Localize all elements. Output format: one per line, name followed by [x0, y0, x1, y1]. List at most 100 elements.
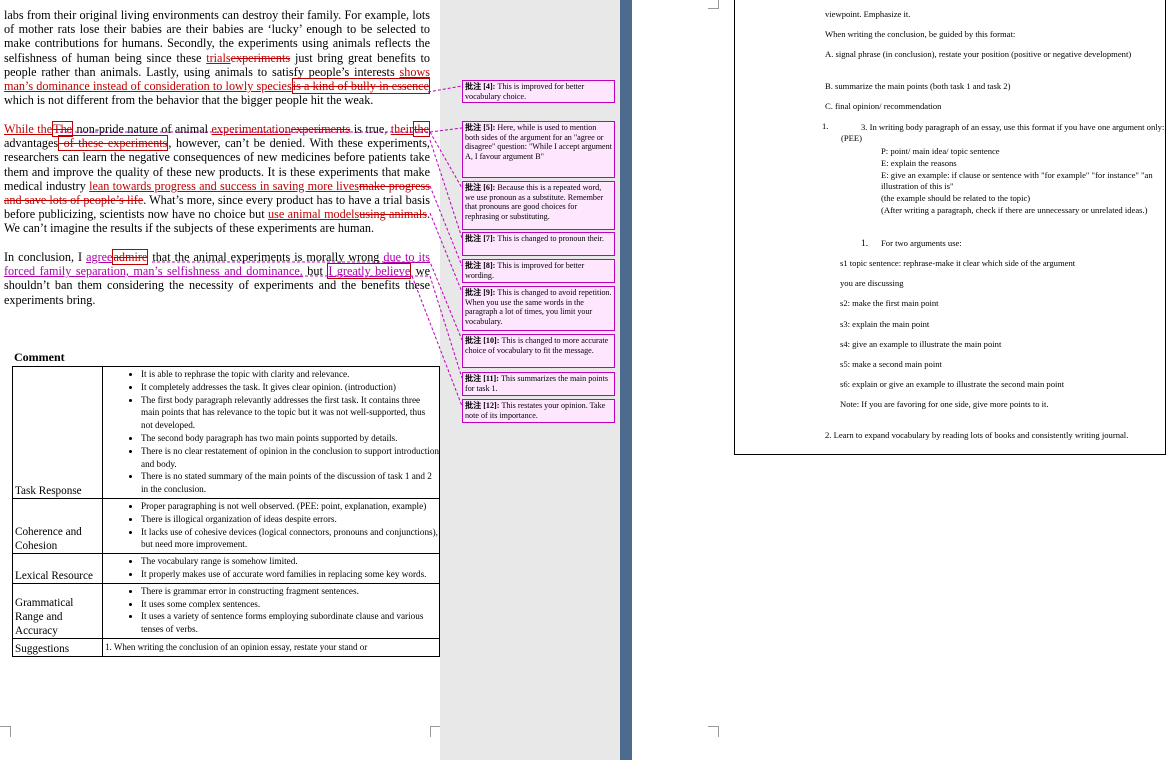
essay-text: non-pride nature of animal	[73, 122, 212, 136]
feedback-cell: Proper paragraphing is not well observed…	[102, 497, 440, 555]
tracked-deletion[interactable]: using animals	[359, 207, 427, 221]
list-item: It properly makes use of accurate word f…	[141, 568, 439, 581]
right-text: (the example should be related to the to…	[881, 193, 1031, 203]
comment-bubble[interactable]: 批注 [9]: This is changed to avoid repetit…	[462, 286, 615, 331]
page-gap	[620, 0, 632, 760]
comment-bubble[interactable]: 批注 [12]: This restates your opinion. Tak…	[462, 399, 615, 423]
right-text: 2. Learn to expand vocabulary by reading…	[825, 430, 1129, 440]
essay-text: but	[302, 264, 328, 279]
right-text: s5: make a second main point	[840, 359, 942, 369]
comment-label: 批注 [8]:	[465, 261, 496, 270]
right-text: P: point/ main idea/ topic sentence	[881, 146, 1000, 156]
comment-bubble[interactable]: 批注 [10]: This is changed to more accurat…	[462, 334, 615, 368]
tracked-insertion[interactable]: agree	[86, 250, 112, 264]
right-text: When writing the conclusion, be guided b…	[825, 29, 1016, 39]
comment-bubble[interactable]: 批注 [6]: Because this is a repeated word,…	[462, 181, 615, 230]
feedback-cell: It is able to rephrase the topic with cl…	[102, 366, 440, 499]
suggestion-cell: 1. When writing the conclusion of an opi…	[102, 637, 440, 657]
essay-text: In conclusion, I	[4, 250, 87, 264]
feedback-cell: The vocabulary range is somehow limited.…	[102, 553, 440, 584]
comment-label: 批注 [4]:	[465, 82, 496, 91]
tracked-deletion[interactable]: is a kind of bully in essence	[291, 78, 430, 95]
criterion-cell: Task Response	[12, 366, 103, 499]
list-item: It uses a variety of sentence forms empl…	[141, 610, 439, 636]
right-text: s1 topic sentence: rephrase-make it clea…	[840, 258, 1076, 268]
comment-heading: Comment	[14, 350, 65, 364]
comment-label: 批注 [12]:	[465, 401, 500, 410]
list-number: 1.	[861, 238, 869, 249]
essay-text: is true,	[350, 122, 391, 136]
list-item: The vocabulary range is somehow limited.	[141, 555, 439, 568]
comment-bubble[interactable]: 批注 [5]: Here, while is used to mention b…	[462, 121, 615, 178]
tracked-deletion[interactable]: experiments	[291, 122, 351, 136]
right-text: s3: explain the main point	[840, 319, 930, 329]
right-text: B. summarize the main points (both task …	[825, 81, 1011, 91]
tracked-insertion[interactable]: lean towards progress and success in sav…	[89, 179, 359, 193]
tracked-deletion[interactable]: experiments	[231, 51, 291, 65]
criterion-cell: Grammatical Range and Accuracy	[12, 582, 103, 639]
comment-bubble[interactable]: 批注 [11]: This summarizes the main points…	[462, 372, 615, 396]
right-text: you are discussing	[840, 278, 904, 288]
criterion-cell: Lexical Resource	[12, 553, 103, 584]
list-item: It uses some complex sentences.	[141, 598, 439, 611]
comment-bubble[interactable]: 批注 [8]: This is improved for better word…	[462, 259, 615, 283]
page-corner-mark	[708, 726, 719, 737]
right-text: C. final opinion/ recommendation	[825, 101, 942, 111]
criterion-cell: Suggestions	[12, 637, 103, 657]
table-row: Coherence and Cohesion Proper paragraphi…	[12, 497, 440, 555]
tracked-insertion[interactable]: experimentation	[212, 122, 291, 136]
tracked-deletion[interactable]: of these experiments	[58, 135, 169, 152]
list-item: The second body paragraph has two main p…	[141, 432, 439, 445]
list-number: 1.	[822, 121, 829, 131]
essay-paragraph-body2: While theThe non-pride nature of animal …	[4, 121, 430, 236]
tracked-insertion[interactable]: While the	[4, 122, 52, 136]
right-text: For two arguments use:	[881, 238, 962, 248]
right-text: s2: make the first main point	[840, 298, 939, 308]
tracked-insertion[interactable]: use animal models	[268, 207, 359, 221]
right-text: viewpoint. Emphasize it.	[825, 9, 911, 19]
list-item: There is grammar error in constructing f…	[141, 585, 439, 598]
list-item: It is able to rephrase the topic with cl…	[141, 368, 439, 381]
right-text: 3. In writing body paragraph of an essay…	[841, 122, 1165, 143]
right-text: s6: explain or give an example to illust…	[840, 379, 1065, 389]
comment-text: This is changed to pronoun their.	[497, 234, 604, 243]
list-item: There is no clear restatement of opinion…	[141, 445, 439, 471]
comment-label: 批注 [11]:	[465, 374, 499, 383]
right-text: s4: give an example to illustrate the ma…	[840, 339, 1002, 349]
comment-label: 批注 [5]:	[465, 123, 496, 132]
right-text: A. signal phrase (in conclusion), restat…	[825, 49, 1132, 59]
table-row: Task Response It is able to rephrase the…	[12, 366, 440, 499]
essay-text: that the animal experiments is morally w…	[148, 250, 384, 264]
document-page-left: labs from their original living environm…	[0, 0, 440, 760]
comment-bubble[interactable]: 批注 [7]: This is changed to pronoun their…	[462, 232, 615, 256]
comment-label: 批注 [6]:	[465, 183, 496, 192]
list-item: It lacks use of cohesive devices (logica…	[141, 526, 439, 552]
essay-text: which is not different from the behavior…	[4, 93, 374, 108]
tracked-deletion[interactable]: the	[413, 121, 430, 137]
tracked-insertion[interactable]: their	[391, 122, 413, 136]
right-text: Note: If you are favoring for one side, …	[840, 399, 1049, 409]
right-text: (After writing a paragraph, check if the…	[881, 205, 1148, 215]
right-text: E: give an example: if clause or sentenc…	[881, 170, 1153, 191]
tracked-deletion[interactable]: admire	[112, 249, 149, 265]
list-item: There is no stated summary of the main p…	[141, 470, 439, 496]
table-row: Lexical Resource The vocabulary range is…	[12, 553, 440, 584]
essay-paragraph-body1: labs from their original living environm…	[4, 8, 430, 107]
list-item: Proper paragraphing is not well observed…	[141, 500, 439, 513]
list-item: There is illogical organization of ideas…	[141, 513, 439, 526]
list-item: The first body paragraph relevantly addr…	[141, 394, 439, 432]
tracked-insertion[interactable]: trials	[206, 51, 230, 65]
essay-paragraph-conclusion: In conclusion, I agreeadmire that the an…	[4, 249, 430, 307]
page-corner-mark	[430, 726, 440, 737]
comment-bubble[interactable]: 批注 [4]: This is improved for better voca…	[462, 80, 615, 103]
page-corner-mark	[0, 726, 11, 737]
comment-label: 批注 [10]:	[465, 336, 500, 345]
criterion-cell: Coherence and Cohesion	[12, 497, 103, 555]
table-row: Suggestions 1. When writing the conclusi…	[12, 637, 440, 657]
tracked-insertion[interactable]: I greatly believe	[327, 263, 412, 280]
comment-label: 批注 [7]:	[465, 234, 496, 243]
feedback-cell: There is grammar error in constructing f…	[102, 582, 440, 639]
table-row: Grammatical Range and Accuracy There is …	[12, 582, 440, 639]
essay-text: advantages	[4, 136, 59, 151]
comment-label: 批注 [9]:	[465, 288, 496, 297]
